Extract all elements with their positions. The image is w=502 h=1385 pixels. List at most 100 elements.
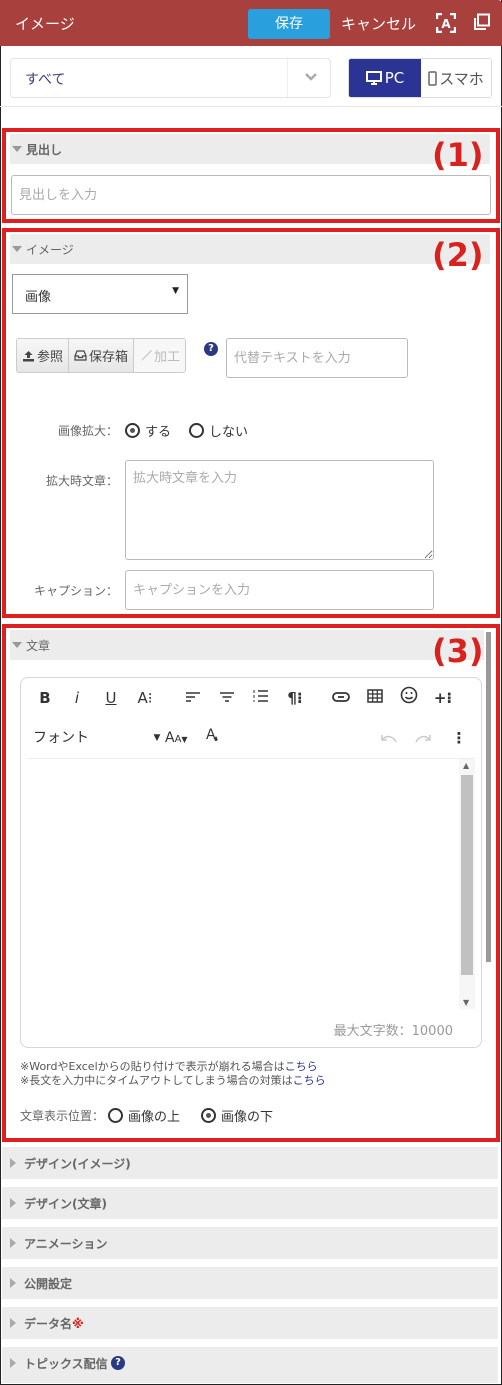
device-pc-button[interactable]: PC [349, 59, 421, 97]
image-type-select[interactable]: 画像 ▼ [12, 274, 188, 314]
section-publish[interactable]: 公開設定 [2, 1267, 498, 1299]
position-radio-above[interactable]: 画像の上 [108, 1106, 180, 1125]
align-center-icon[interactable] [217, 686, 237, 710]
cancel-button[interactable]: キャンセル [341, 13, 416, 34]
device-sp-label: スマホ [439, 69, 484, 88]
link-icon[interactable] [331, 686, 351, 710]
char-counter: 最大文字数：10000 [333, 1024, 453, 1039]
zoom-option-on: する [145, 425, 172, 440]
section-image-toggle[interactable]: イメージ [10, 234, 490, 264]
image-edit-button[interactable]: 加工 [134, 339, 186, 372]
image-edit-label: 加工 [154, 350, 181, 365]
caption-label: キャプション： [33, 584, 118, 598]
font-size-button[interactable]: AA▼ [165, 726, 188, 750]
zoom-text-label: 拡大時文章： [45, 474, 118, 488]
select-separator [287, 59, 288, 97]
section-heading-label: 見出し [26, 143, 63, 157]
device-toggle: PC スマホ [348, 58, 492, 98]
help-icon[interactable]: ? [204, 342, 218, 356]
underline-button[interactable]: U [101, 686, 121, 710]
zoom-text-textarea[interactable] [125, 460, 434, 560]
browse-label: 参照 [37, 350, 64, 365]
toolbar-row-1: B i U A⁝ ¶⁝ +⁝ [21, 678, 481, 718]
text-position-label: 文章表示位置： [20, 1109, 105, 1123]
caret-right-icon [10, 1238, 16, 1248]
chevron-down-icon [304, 71, 318, 86]
upload-icon [23, 350, 34, 361]
scroll-down-icon[interactable]: ▼ [463, 998, 469, 1007]
bold-button[interactable]: B [35, 686, 55, 710]
section-topics-label: トピックス配信 [24, 1357, 108, 1371]
section-image-label: イメージ [26, 243, 74, 257]
text-color-icon[interactable]: A [203, 726, 223, 750]
text-format-button[interactable]: A⁝ [135, 686, 155, 710]
browse-button[interactable]: 参照 [17, 339, 70, 372]
category-select[interactable]: すべて [10, 58, 331, 98]
more-options-icon[interactable]: ⋮ [449, 726, 469, 750]
ordered-list-icon[interactable] [251, 686, 271, 710]
font-dropdown-icon[interactable]: ▼ [147, 726, 167, 750]
alt-text-input[interactable] [226, 338, 408, 378]
section-design-image[interactable]: デザイン(イメージ) [2, 1147, 498, 1179]
section-text-label: 文章 [26, 639, 51, 653]
section-publish-label: 公開設定 [24, 1277, 73, 1291]
data-name-text: データ名 [24, 1317, 73, 1331]
category-select-value: すべて [25, 72, 66, 88]
insert-more-button[interactable]: +⁝ [433, 686, 453, 710]
caret-right-icon [10, 1198, 16, 1208]
svg-text:A: A [206, 727, 216, 743]
section-data-name-label: データ名※ [24, 1315, 84, 1332]
save-button[interactable]: 保存 [248, 9, 330, 39]
emoji-icon[interactable] [399, 686, 419, 710]
section-animation[interactable]: アニメーション [2, 1227, 498, 1259]
panel-title: イメージ [15, 15, 75, 33]
table-icon[interactable] [365, 686, 385, 710]
caret-right-icon [10, 1358, 16, 1368]
timeout-note-link[interactable]: こちら [293, 1074, 326, 1087]
radio-unselected-icon [189, 423, 204, 438]
zoom-radio-off[interactable]: しない [189, 421, 248, 440]
image-button-group: 参照 保存箱 加工 [16, 338, 187, 373]
device-sp-button[interactable]: スマホ [421, 59, 491, 97]
annotation-label-2: (2) [432, 236, 484, 274]
section-animation-label: アニメーション [24, 1237, 108, 1251]
section-design-text-label: デザイン(文章) [24, 1197, 107, 1211]
caption-input[interactable] [125, 570, 434, 610]
required-mark: ※ [72, 1317, 84, 1331]
smartphone-icon [428, 70, 437, 86]
radio-selected-icon [201, 1108, 216, 1123]
font-family-select[interactable]: フォント [33, 726, 89, 750]
section-data-name[interactable]: データ名※ [2, 1307, 498, 1339]
editor-scrollbar[interactable]: ▲ ▼ [459, 759, 475, 1009]
dropdown-arrow-icon: ▼ [172, 286, 179, 296]
zoom-radio-on[interactable]: する [125, 421, 171, 440]
caret-down-icon [12, 246, 22, 252]
undo-icon[interactable] [379, 726, 399, 750]
timeout-note-text: ※長文を入力中にタイムアウトしてしまう場合の対策は [20, 1074, 293, 1087]
scrollbar-thumb[interactable] [461, 775, 473, 975]
monitor-icon [365, 71, 382, 85]
timeout-note: ※長文を入力中にタイムアウトしてしまう場合の対策はこちら [20, 1072, 326, 1088]
caret-down-icon [12, 642, 22, 648]
help-icon[interactable]: ? [111, 1356, 125, 1370]
italic-button[interactable]: i [67, 686, 87, 710]
text-recognition-icon[interactable]: A [435, 12, 457, 34]
panel-scrollbar[interactable] [486, 632, 491, 962]
duplicate-icon[interactable] [473, 13, 493, 33]
position-radio-below[interactable]: 画像の下 [201, 1106, 273, 1125]
section-topics[interactable]: トピックス配信 ? [2, 1347, 498, 1383]
redo-icon[interactable] [413, 726, 433, 750]
divider [0, 106, 502, 107]
section-text-toggle[interactable]: 文章 [10, 630, 484, 660]
scroll-up-icon[interactable]: ▲ [463, 761, 469, 770]
align-left-icon[interactable] [183, 686, 203, 710]
heading-input[interactable] [11, 175, 491, 215]
caret-right-icon [10, 1278, 16, 1288]
editor-content-area[interactable]: ▲ ▼ [27, 758, 475, 1009]
section-design-text[interactable]: デザイン(文章) [2, 1187, 498, 1219]
section-heading-toggle[interactable]: 見出し [10, 134, 490, 164]
paragraph-format-button[interactable]: ¶⁝ [285, 686, 305, 710]
zoom-option-off: しない [209, 425, 249, 440]
storage-button[interactable]: 保存箱 [69, 339, 135, 372]
position-option-above: 画像の上 [128, 1110, 181, 1125]
